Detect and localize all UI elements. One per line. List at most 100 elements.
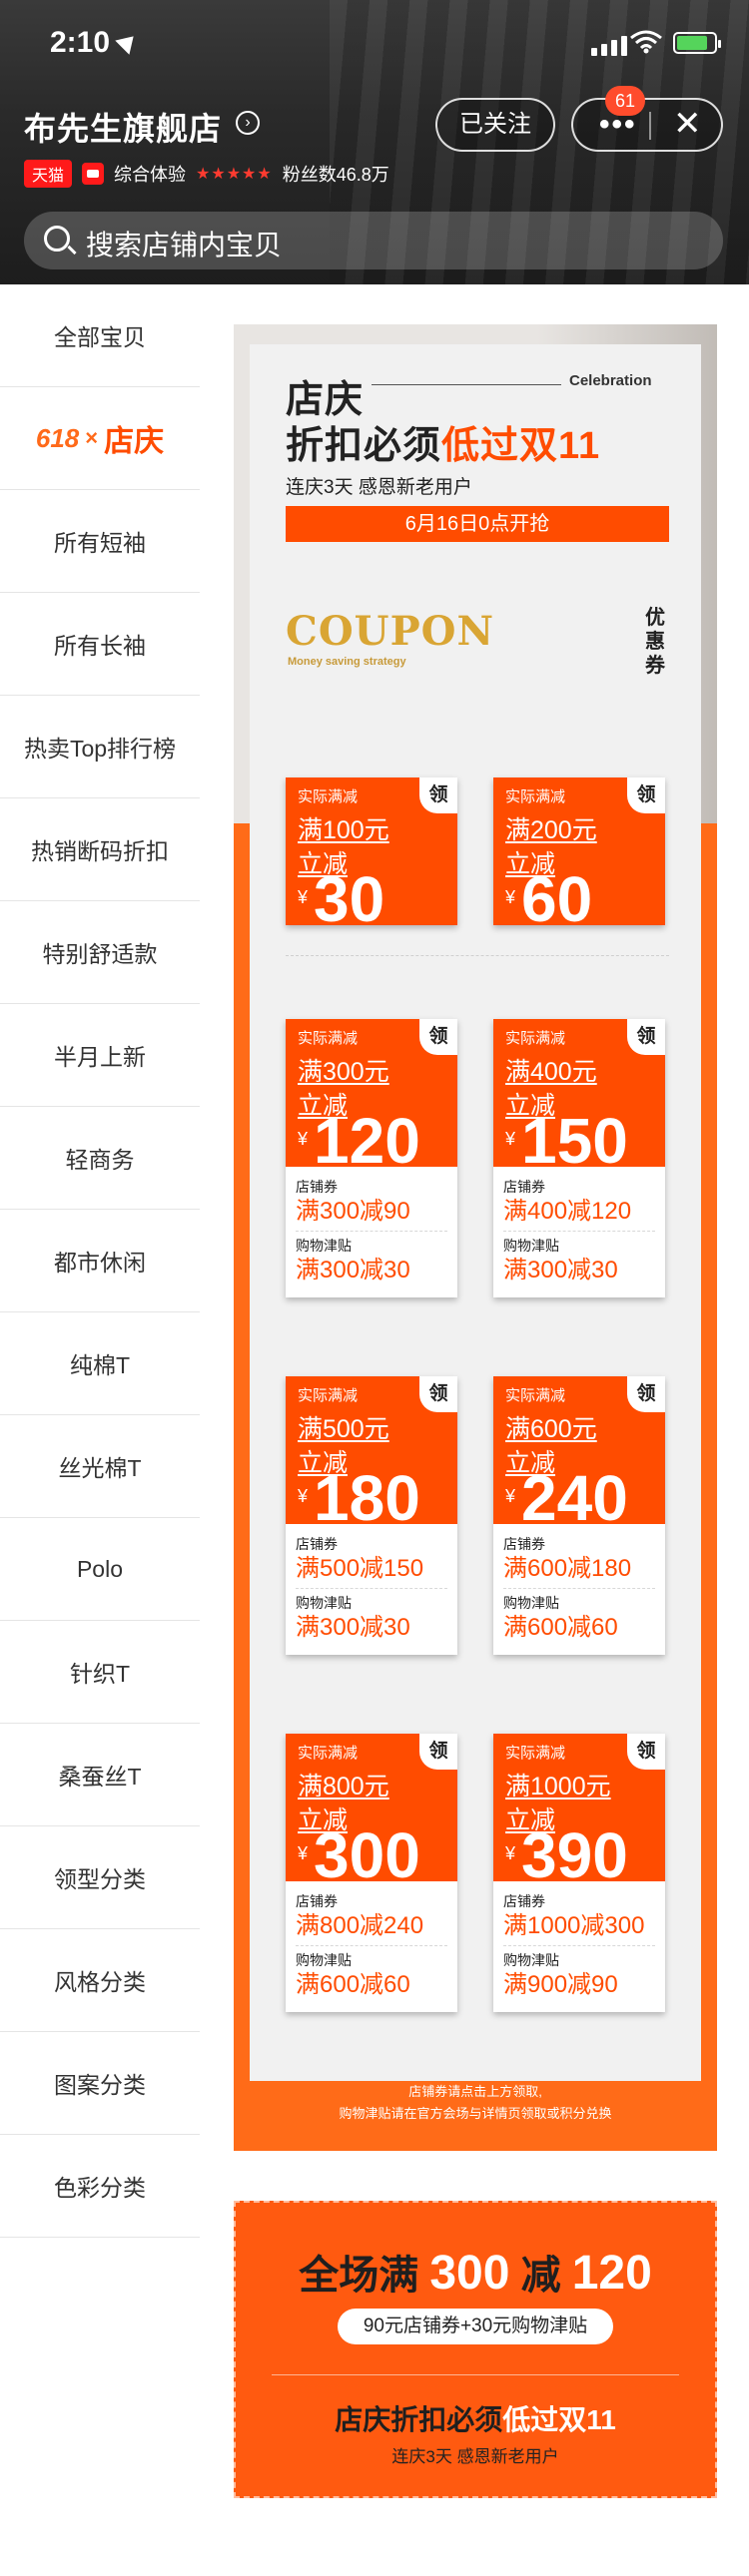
sidebar-item-pattern[interactable]: 图案分类 bbox=[0, 2032, 200, 2135]
banner-headline: 店庆折扣必须低过双11 bbox=[335, 2404, 616, 2435]
sidebar-item-label: 丝光棉T bbox=[58, 1455, 142, 1481]
sidebar-item-polo[interactable]: Polo bbox=[0, 1518, 200, 1621]
coupon-card[interactable]: 实际满减 领 满600元 立减 ¥ 240 店铺券 满600减180 购物津贴 满… bbox=[493, 1376, 665, 1655]
claim-button[interactable]: 领 bbox=[419, 1019, 457, 1055]
coupon-card[interactable]: 实际满减 领 满400元 立减 ¥ 150 店铺券 满400减120 购物津贴 满… bbox=[493, 1019, 665, 1297]
store-header: 2:10 布先生旗舰店 › 已关注 ••• ✕ 61 天猫 综合体验 ★★★★★… bbox=[0, 0, 749, 284]
claim-button[interactable]: 领 bbox=[419, 1376, 457, 1412]
coupon-card[interactable]: 实际满减 领 满800元 立减 ¥ 300 店铺券 满800减240 购物津贴 满… bbox=[286, 1734, 457, 2012]
claim-button[interactable]: 领 bbox=[419, 777, 457, 813]
location-arrow-icon bbox=[115, 29, 141, 55]
sidebar-item-short-sleeve[interactable]: 所有短袖 bbox=[0, 490, 200, 593]
sidebar-item-label: 所有长袖 bbox=[54, 633, 146, 659]
headline-2-prefix: 折扣必须 bbox=[286, 425, 442, 467]
chevron-right-icon[interactable]: › bbox=[236, 111, 260, 135]
subsidy-label: 购物津贴 bbox=[503, 1952, 559, 1968]
coupon-note-line-2: 购物津贴请在官方会场与详情页领取或积分兑换 bbox=[339, 2106, 612, 2121]
notification-badge: 61 bbox=[605, 86, 645, 116]
sidebar-item-collar[interactable]: 领型分类 bbox=[0, 1826, 200, 1929]
celebration-rule bbox=[372, 384, 561, 385]
yen-symbol: ¥ bbox=[505, 887, 516, 907]
search-placeholder: 搜索店铺内宝贝 bbox=[86, 230, 283, 260]
battery-icon bbox=[673, 32, 721, 54]
subsidy-value: 满300减30 bbox=[296, 1614, 410, 1641]
yen-symbol: ¥ bbox=[505, 1843, 516, 1863]
banner-divider bbox=[272, 2374, 679, 2375]
capsule-divider bbox=[649, 112, 651, 140]
sidebar-item-cotton[interactable]: 纯棉T bbox=[0, 1312, 200, 1415]
coupon-amount: 60 bbox=[521, 863, 593, 935]
sidebar-item-mercerized[interactable]: 丝光棉T bbox=[0, 1415, 200, 1518]
subsidy-label: 购物津贴 bbox=[296, 1595, 352, 1611]
subsidy-value: 满300减30 bbox=[503, 1257, 618, 1284]
store-coupon-value: 满1000减300 bbox=[503, 1911, 655, 1946]
coupon-amount: 240 bbox=[521, 1462, 628, 1534]
sidebar-item-top-ranking[interactable]: 热卖Top排行榜 bbox=[0, 696, 200, 798]
headline-2-hot: 低过双11 bbox=[441, 425, 601, 467]
promo-headline-2: 折扣必须低过双11 bbox=[286, 414, 600, 469]
claim-button[interactable]: 领 bbox=[627, 777, 665, 813]
coupon-kind: 实际满减 bbox=[298, 1030, 359, 1047]
sidebar-item-all[interactable]: 全部宝贝 bbox=[0, 284, 200, 387]
sidebar-item-comfort[interactable]: 特别舒适款 bbox=[0, 901, 200, 1004]
coupon-amount: 120 bbox=[314, 1105, 420, 1177]
sidebar-item-label: 全部宝贝 bbox=[54, 324, 146, 350]
sidebar-item-long-sleeve[interactable]: 所有长袖 bbox=[0, 593, 200, 696]
claim-button[interactable]: 领 bbox=[627, 1734, 665, 1770]
sidebar-item-new-arrivals[interactable]: 半月上新 bbox=[0, 1004, 200, 1107]
coupon-vertical-label: 优惠券 bbox=[645, 607, 665, 677]
status-time: 2:10 bbox=[50, 26, 111, 59]
claim-button[interactable]: 领 bbox=[627, 1376, 665, 1412]
tmall-tag: 天猫 bbox=[24, 160, 73, 188]
coupon-kind: 实际满减 bbox=[298, 1387, 359, 1404]
sidebar-item-clearance[interactable]: 热销断码折扣 bbox=[0, 798, 200, 901]
logo-x: × bbox=[85, 425, 99, 450]
banner-pill: 90元店铺券+30元购物津贴 bbox=[338, 2309, 613, 2344]
store-coupon-value: 满600减180 bbox=[503, 1554, 655, 1589]
tmall-cat-icon bbox=[82, 163, 105, 185]
coupon-card[interactable]: 实际满减 领 满100元 立减 ¥ 30 bbox=[286, 777, 457, 935]
coupon-kind: 实际满减 bbox=[505, 1745, 566, 1762]
coupon-card[interactable]: 实际满减 领 满500元 立减 ¥ 180 店铺券 满500减150 购物津贴 满… bbox=[286, 1376, 457, 1655]
sidebar-item-knit[interactable]: 针织T bbox=[0, 1621, 200, 1724]
coupon-amount: 150 bbox=[521, 1105, 628, 1177]
yen-symbol: ¥ bbox=[298, 1843, 309, 1863]
sidebar-item-casual[interactable]: 都市休闲 bbox=[0, 1210, 200, 1312]
coupon-panel: 店庆 Celebration 折扣必须低过双11 连庆3天 感恩新老用户 6月1… bbox=[234, 324, 717, 2151]
sidebar-item-style[interactable]: 风格分类 bbox=[0, 1929, 200, 2032]
experience-label: 综合体验 bbox=[114, 165, 187, 185]
coupon-card[interactable]: 实际满减 领 满200元 立减 ¥ 60 bbox=[493, 777, 665, 935]
close-icon[interactable]: ✕ bbox=[673, 104, 702, 144]
search-input[interactable]: 搜索店铺内宝贝 bbox=[24, 212, 723, 269]
logo-618: 618 bbox=[35, 422, 80, 453]
claim-button[interactable]: 领 bbox=[419, 1734, 457, 1770]
coupon-amount: 30 bbox=[314, 863, 385, 935]
sidebar-item-silk[interactable]: 桑蚕丝T bbox=[0, 1724, 200, 1826]
store-coupon-label: 店铺券 bbox=[296, 1893, 338, 1909]
celebration-label: Celebration bbox=[569, 372, 652, 389]
sidebar-item-label: 针织T bbox=[69, 1661, 131, 1687]
follow-button[interactable]: 已关注 bbox=[435, 98, 555, 152]
coupon-note: 店铺券请点击上方领取, 购物津贴请在官方会场与详情页领取或积分兑换 bbox=[234, 2081, 717, 2125]
store-name[interactable]: 布先生旗舰店 bbox=[24, 104, 222, 150]
coupon-amount: 390 bbox=[521, 1819, 628, 1891]
subsidy-value: 满300减30 bbox=[296, 1257, 410, 1284]
yen-symbol: ¥ bbox=[298, 1486, 309, 1506]
store-coupon-value: 满500减150 bbox=[296, 1554, 447, 1589]
sidebar-item-color[interactable]: 色彩分类 bbox=[0, 2135, 200, 2238]
coupon-amount: 180 bbox=[314, 1462, 420, 1534]
sidebar-item-label: 图案分类 bbox=[54, 2072, 146, 2098]
subsidy-value: 满600减60 bbox=[296, 1971, 410, 1998]
category-sidebar: 全部宝贝 618 × 店庆 所有短袖 所有长袖 热卖Top排行榜 热销断码折扣 … bbox=[0, 284, 200, 2238]
sidebar-item-anniversary[interactable]: 618 × 店庆 bbox=[0, 387, 200, 490]
sidebar-item-business[interactable]: 轻商务 bbox=[0, 1107, 200, 1210]
promo-banner[interactable]: 全场满 300 减 120 90元店铺券+30元购物津贴 店庆折扣必须低过双11… bbox=[234, 2201, 717, 2498]
coupon-card[interactable]: 实际满减 领 满1000元 立减 ¥ 390 店铺券 满1000减300 购物津贴… bbox=[493, 1734, 665, 2012]
claim-button[interactable]: 领 bbox=[627, 1019, 665, 1055]
store-coupon-label: 店铺券 bbox=[503, 1179, 545, 1195]
subsidy-label: 购物津贴 bbox=[296, 1238, 352, 1254]
sidebar-item-label: 都市休闲 bbox=[54, 1250, 146, 1276]
sidebar-item-label: 热销断码折扣 bbox=[31, 838, 169, 864]
coupon-amount: 300 bbox=[314, 1819, 420, 1891]
coupon-card[interactable]: 实际满减 领 满300元 立减 ¥ 120 店铺券 满300减90 购物津贴 满3… bbox=[286, 1019, 457, 1297]
